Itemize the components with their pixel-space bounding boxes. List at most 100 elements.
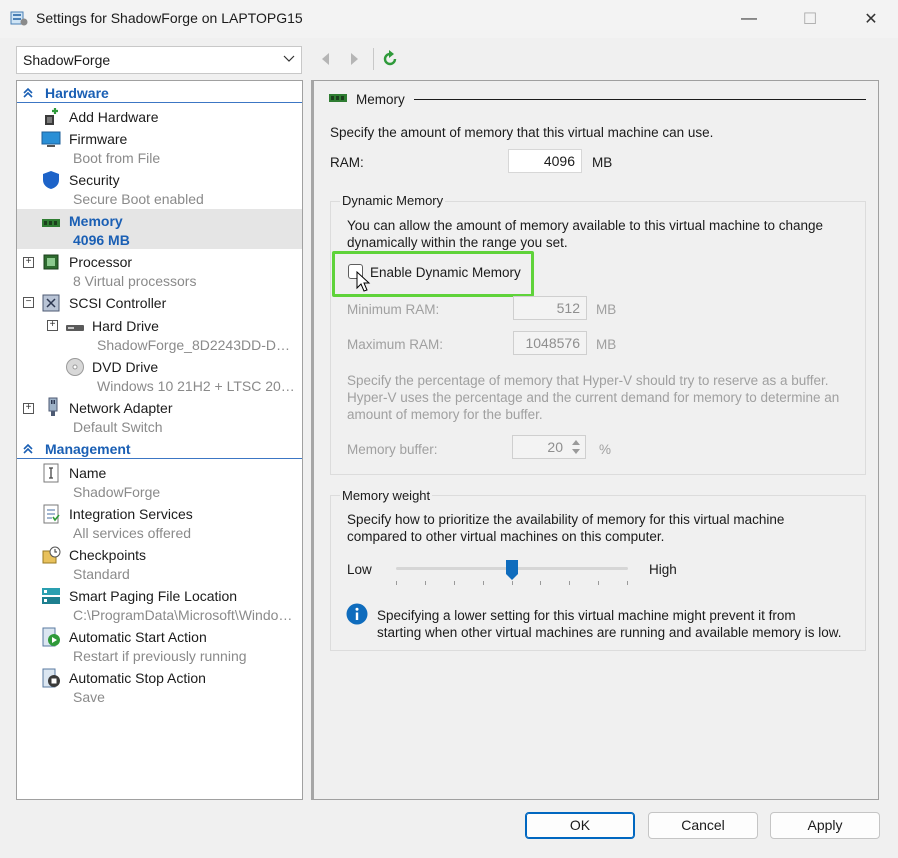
add-hardware-icon	[45, 108, 58, 125]
minimum-ram-input[interactable]: 512	[513, 296, 587, 320]
maximum-ram-unit: MB	[596, 337, 617, 352]
toolbar-separator	[373, 48, 374, 70]
memory-weight-title: Memory weight	[340, 488, 433, 503]
settings-tree: Hardware Add Hardware Firmware Boot from…	[16, 80, 303, 800]
name-icon	[43, 463, 59, 483]
vm-selector-dropdown[interactable]: ShadowForge	[16, 46, 302, 74]
maximum-ram-input[interactable]: 1048576	[513, 331, 587, 355]
expand-toggle[interactable]: +	[47, 320, 58, 331]
tree-item-sublabel: ShadowForge	[73, 484, 161, 500]
memory-weight-desc: compared to other virtual machines on th…	[347, 529, 665, 544]
slider-tick	[512, 581, 513, 585]
hardware-section-header[interactable]: Hardware	[17, 83, 302, 103]
tree-item-label: Network Adapter	[69, 400, 173, 416]
tree-item-sublabel: 8 Virtual processors	[73, 273, 197, 289]
vm-selector-value: ShadowForge	[23, 52, 111, 68]
forward-arrow-icon[interactable]	[346, 50, 362, 68]
close-button[interactable]: ✕	[848, 0, 894, 38]
tree-item-label: Checkpoints	[69, 547, 147, 563]
slider-tick	[425, 581, 426, 585]
tree-item-sublabel: Windows 10 21H2 + LTSC 202…	[97, 378, 297, 394]
slider-tick	[598, 581, 599, 585]
tree-item-automatic-stop-action[interactable]: Automatic Stop Action Save	[17, 666, 302, 706]
tree-item-name[interactable]: Name ShadowForge	[17, 461, 302, 501]
collapse-toggle[interactable]: −	[23, 297, 34, 308]
tree-item-label: Processor	[69, 254, 133, 270]
management-section-header[interactable]: Management	[17, 439, 302, 459]
tree-item-automatic-start-action[interactable]: Automatic Start Action Restart if previo…	[17, 625, 302, 665]
ram-label: RAM:	[330, 155, 364, 170]
slider-tick	[483, 581, 484, 585]
tree-item-sublabel: Default Switch	[73, 419, 163, 435]
hardware-section-label: Hardware	[45, 85, 109, 101]
network-adapter-icon	[48, 397, 58, 416]
cancel-button[interactable]: Cancel	[648, 812, 758, 839]
expand-toggle[interactable]: +	[23, 257, 34, 268]
tree-item-sublabel: Restart if previously running	[73, 648, 247, 664]
minimum-ram-label: Minimum RAM:	[347, 302, 440, 317]
spinner-arrows-icon[interactable]	[570, 437, 582, 457]
tree-item-dvd-drive[interactable]: DVD Drive Windows 10 21H2 + LTSC 202…	[17, 355, 302, 395]
maximum-ram-label: Maximum RAM:	[347, 337, 444, 352]
info-text: Specifying a lower setting for this virt…	[377, 608, 796, 623]
tree-item-integration-services[interactable]: Integration Services All services offere…	[17, 502, 302, 542]
ok-button[interactable]: OK	[525, 812, 635, 839]
apply-button[interactable]: Apply	[770, 812, 880, 839]
tree-item-label: Integration Services	[69, 506, 193, 522]
dvd-drive-icon	[66, 358, 84, 376]
tree-item-sublabel: ShadowForge_8D2243DD-DCC…	[97, 337, 297, 353]
auto-start-icon	[42, 627, 60, 647]
tree-item-processor[interactable]: + Processor 8 Virtual processors	[17, 250, 302, 290]
tree-item-label: Name	[69, 465, 107, 481]
memory-weight-slider[interactable]	[396, 557, 628, 591]
collapse-chevron-icon	[23, 443, 33, 454]
tree-item-add-hardware[interactable]: Add Hardware	[17, 105, 302, 127]
mouse-cursor-icon	[356, 271, 371, 292]
tree-item-scsi-controller[interactable]: − SCSI Controller	[17, 291, 302, 313]
tree-item-label: Automatic Start Action	[69, 629, 207, 645]
memory-icon	[329, 94, 347, 102]
hyperv-settings-icon	[10, 11, 28, 26]
tree-item-hard-drive[interactable]: + Hard Drive ShadowForge_8D2243DD-DCC…	[17, 314, 302, 354]
dynamic-memory-desc: dynamically within the range you set.	[347, 235, 568, 250]
info-text: starting when other virtual machines are…	[377, 625, 842, 640]
buffer-desc: amount of memory for the buffer.	[347, 407, 543, 422]
tree-item-label: Memory	[69, 213, 123, 229]
ram-input[interactable]: 4096	[508, 149, 582, 173]
tree-item-label: Security	[69, 172, 120, 188]
tree-item-smart-paging[interactable]: Smart Paging File Location C:\ProgramDat…	[17, 584, 302, 624]
hard-drive-icon	[66, 325, 84, 331]
slider-thumb[interactable]	[505, 559, 519, 581]
tree-item-sublabel: All services offered	[73, 525, 192, 541]
memory-buffer-label: Memory buffer:	[347, 442, 438, 457]
page-title: Memory	[356, 92, 405, 107]
enable-dynamic-memory-label[interactable]: Enable Dynamic Memory	[370, 264, 521, 281]
slider-tick	[569, 581, 570, 585]
tree-item-sublabel: C:\ProgramData\Microsoft\Windo…	[73, 607, 293, 623]
dynamic-memory-title: Dynamic Memory	[340, 193, 446, 208]
tree-item-network-adapter[interactable]: + Network Adapter Default Switch	[17, 396, 302, 436]
tree-item-label: Firmware	[69, 131, 128, 147]
memory-settings-panel: Memory Specify the amount of memory that…	[311, 80, 879, 800]
tree-item-sublabel: Secure Boot enabled	[73, 191, 204, 207]
tree-item-security[interactable]: Security Secure Boot enabled	[17, 168, 302, 208]
tree-item-label: Add Hardware	[69, 109, 159, 125]
back-arrow-icon[interactable]	[318, 50, 334, 68]
smart-paging-icon	[42, 588, 60, 604]
tree-item-firmware[interactable]: Firmware Boot from File	[17, 127, 302, 167]
tree-item-label: DVD Drive	[92, 359, 159, 375]
ram-unit: MB	[592, 155, 613, 170]
header-divider	[414, 99, 866, 100]
tree-item-sublabel: Save	[73, 689, 105, 705]
tree-item-memory[interactable]: Memory 4096 MB	[17, 209, 302, 249]
slider-high-label: High	[649, 562, 677, 577]
maximize-button[interactable]: ☐	[787, 0, 833, 38]
expand-toggle[interactable]: +	[23, 403, 34, 414]
tree-item-label: Automatic Stop Action	[69, 670, 206, 686]
buffer-desc: Specify the percentage of memory that Hy…	[347, 373, 829, 388]
shield-icon	[43, 171, 59, 189]
minimize-button[interactable]: —	[726, 0, 772, 38]
refresh-icon[interactable]	[381, 50, 399, 68]
tree-item-checkpoints[interactable]: Checkpoints Standard	[17, 543, 302, 583]
firmware-icon	[41, 131, 61, 147]
